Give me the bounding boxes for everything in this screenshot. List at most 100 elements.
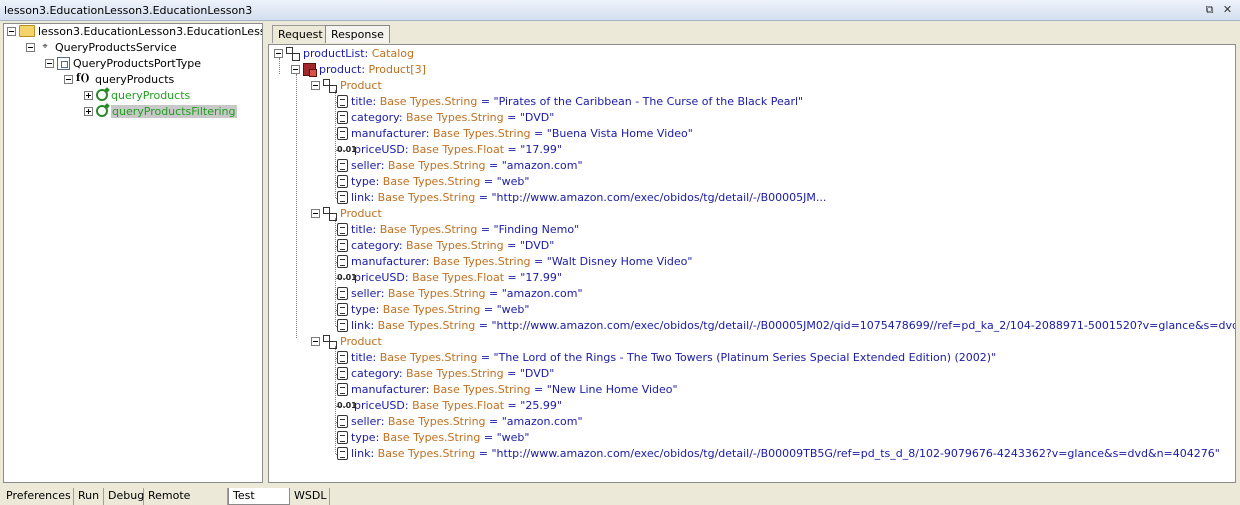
tree-service[interactable]: ⌖ QueryProductsService bbox=[26, 40, 177, 56]
field-value: "New Line Home Video" bbox=[546, 383, 678, 396]
tab-remote-debug[interactable]: Remote Debug bbox=[144, 488, 228, 505]
expand-icon[interactable] bbox=[84, 90, 93, 100]
field-row[interactable]: 0.01priceUSD: Base Types.Float = "17.99" bbox=[337, 270, 562, 286]
field-type: Base Types.String bbox=[382, 303, 481, 316]
type-separator: : bbox=[398, 111, 407, 124]
collapse-icon[interactable] bbox=[45, 58, 54, 68]
tab-wsdl[interactable]: WSDL bbox=[290, 488, 330, 505]
field-row[interactable]: title: Base Types.String = "Finding Nemo… bbox=[337, 222, 579, 238]
type-separator: : bbox=[361, 63, 369, 76]
field-row[interactable]: manufacturer: Base Types.String = "New L… bbox=[337, 382, 678, 398]
string-icon bbox=[337, 126, 348, 140]
collapse-icon[interactable] bbox=[64, 74, 73, 84]
type-separator: : bbox=[425, 127, 433, 140]
tab-run[interactable]: Run bbox=[74, 488, 104, 505]
type-separator: : bbox=[364, 47, 372, 60]
field-type: Base Types.String bbox=[432, 255, 531, 268]
tree-operation-2[interactable]: queryProductsFiltering bbox=[84, 104, 237, 120]
equals-sign: = bbox=[477, 95, 494, 108]
field-name: link bbox=[351, 447, 371, 460]
collapse-icon[interactable] bbox=[311, 208, 320, 218]
tab-debug[interactable]: Debug bbox=[104, 488, 144, 505]
equals-sign: = bbox=[477, 223, 494, 236]
string-icon bbox=[337, 366, 348, 380]
product-node[interactable]: Product bbox=[311, 78, 382, 94]
collapse-icon[interactable] bbox=[274, 48, 283, 58]
collapse-icon[interactable] bbox=[26, 42, 35, 52]
equals-sign: = bbox=[485, 415, 502, 428]
field-value: "http://www.amazon.com/exec/obidos/tg/de… bbox=[491, 447, 1220, 460]
field-type: Base Types.String bbox=[406, 111, 504, 124]
equals-sign: = bbox=[477, 351, 494, 364]
equals-sign: = bbox=[480, 175, 497, 188]
field-type: Base Types.String bbox=[432, 383, 531, 396]
field-name: link bbox=[351, 319, 371, 332]
close-icon[interactable]: ✕ bbox=[1220, 3, 1235, 17]
tree-operation-1[interactable]: queryProducts bbox=[84, 88, 190, 104]
tree-porttype[interactable]: QueryProductsPortType bbox=[45, 56, 201, 72]
float-icon: 0.01 bbox=[337, 400, 357, 410]
field-value: "The Lord of the Rings - The Two Towers … bbox=[493, 351, 997, 364]
field-row[interactable]: category: Base Types.String = "DVD" bbox=[337, 366, 554, 382]
string-icon bbox=[337, 430, 348, 444]
field-row[interactable]: type: Base Types.String = "web" bbox=[337, 174, 529, 190]
collapse-icon[interactable] bbox=[311, 336, 320, 346]
type-separator: : bbox=[370, 447, 378, 460]
type-separator: : bbox=[398, 367, 407, 380]
tab-response[interactable]: Response bbox=[325, 25, 390, 43]
field-name: title bbox=[351, 351, 373, 364]
field-value: "web" bbox=[496, 175, 530, 188]
type-separator: : bbox=[380, 415, 388, 428]
field-row[interactable]: category: Base Types.String = "DVD" bbox=[337, 238, 554, 254]
field-type: Base Types.String bbox=[379, 351, 478, 364]
equals-sign: = bbox=[475, 447, 492, 460]
field-row[interactable]: type: Base Types.String = "web" bbox=[337, 302, 529, 318]
tree-root[interactable]: lesson3.EducationLesson3.EducationLesson… bbox=[7, 24, 262, 40]
field-row[interactable]: title: Base Types.String = "Pirates of t… bbox=[337, 94, 803, 110]
float-icon: 0.01 bbox=[337, 272, 357, 282]
expand-icon[interactable] bbox=[84, 106, 93, 116]
product-node[interactable]: Product bbox=[311, 206, 382, 222]
equals-sign: = bbox=[530, 383, 547, 396]
tab-request[interactable]: Request bbox=[272, 25, 329, 43]
string-icon bbox=[337, 286, 348, 300]
tree-operation-label-selected: queryProductsFiltering bbox=[111, 105, 237, 118]
root-type: Catalog bbox=[371, 47, 414, 60]
field-type: Base Types.String bbox=[382, 431, 481, 444]
response-array[interactable]: product: Product[3] bbox=[291, 62, 426, 78]
field-row[interactable]: 0.01priceUSD: Base Types.Float = "25.99" bbox=[337, 398, 562, 414]
field-row[interactable]: type: Base Types.String = "web" bbox=[337, 430, 529, 446]
product-node[interactable]: Product bbox=[311, 334, 382, 350]
field-row[interactable]: category: Base Types.String = "DVD" bbox=[337, 110, 554, 126]
field-row[interactable]: title: Base Types.String = "The Lord of … bbox=[337, 350, 996, 366]
collapse-icon[interactable] bbox=[311, 80, 320, 90]
field-name: type bbox=[351, 303, 376, 316]
tree-function[interactable]: f() queryProducts bbox=[64, 72, 174, 88]
field-row[interactable]: link: Base Types.String = "http://www.am… bbox=[337, 318, 1236, 334]
tab-test-cases[interactable]: Test Cases bbox=[228, 488, 290, 505]
field-value: "http://www.amazon.com/exec/obidos/tg/de… bbox=[491, 319, 1236, 332]
tree-function-label: queryProducts bbox=[95, 73, 175, 86]
field-row[interactable]: seller: Base Types.String = "amazon.com" bbox=[337, 286, 583, 302]
field-row[interactable]: link: Base Types.String = "http://www.am… bbox=[337, 446, 1220, 462]
equals-sign: = bbox=[480, 431, 497, 444]
collapse-icon[interactable] bbox=[291, 64, 300, 74]
field-row[interactable]: 0.01priceUSD: Base Types.Float = "17.99" bbox=[337, 142, 562, 158]
field-row[interactable]: link: Base Types.String = "http://www.am… bbox=[337, 190, 826, 206]
field-type: Base Types.Float bbox=[412, 271, 505, 284]
field-row[interactable]: seller: Base Types.String = "amazon.com" bbox=[337, 414, 583, 430]
field-row[interactable]: manufacturer: Base Types.String = "Walt … bbox=[337, 254, 692, 270]
field-row[interactable]: manufacturer: Base Types.String = "Buena… bbox=[337, 126, 693, 142]
tab-preferences[interactable]: Preferences bbox=[2, 488, 74, 505]
tree-connector-line bbox=[279, 58, 280, 74]
collapse-icon[interactable] bbox=[7, 26, 16, 36]
field-row[interactable]: seller: Base Types.String = "amazon.com" bbox=[337, 158, 583, 174]
restore-icon[interactable]: ⧉ bbox=[1202, 3, 1217, 17]
equals-sign: = bbox=[503, 111, 520, 124]
project-tree: lesson3.EducationLesson3.EducationLesson… bbox=[3, 23, 263, 483]
response-root[interactable]: productList: Catalog bbox=[274, 46, 414, 62]
equals-sign: = bbox=[504, 399, 521, 412]
string-icon bbox=[337, 110, 348, 124]
tree-connector-line bbox=[296, 74, 297, 338]
window-title: lesson3.EducationLesson3.EducationLesson… bbox=[4, 4, 253, 17]
